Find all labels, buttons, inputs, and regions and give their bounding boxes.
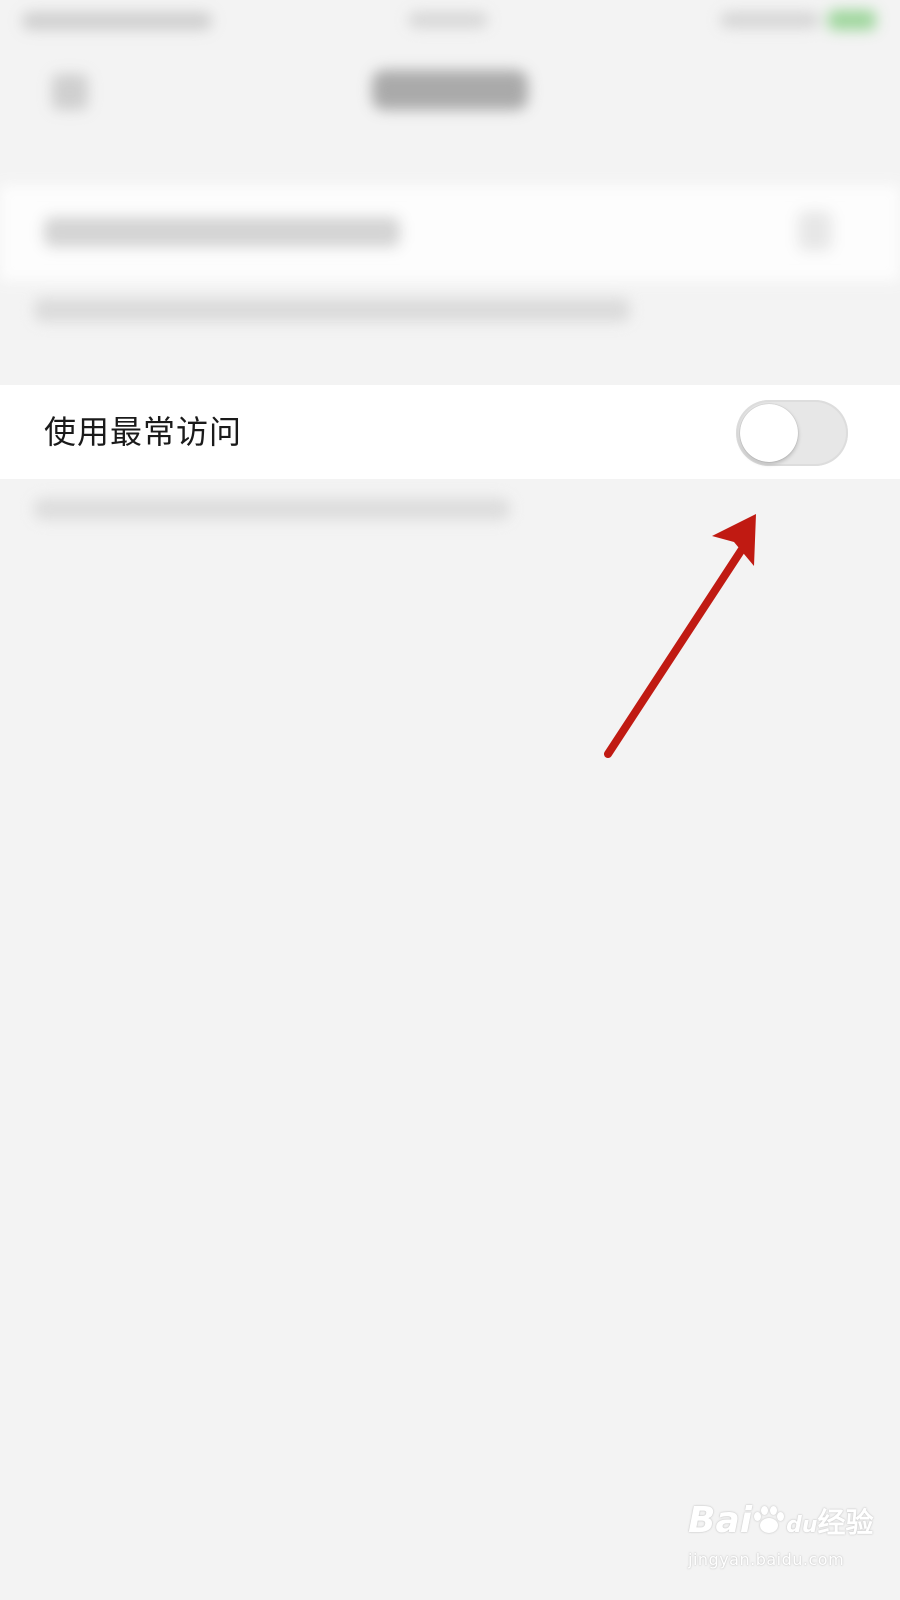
blurred-hint-text [34, 298, 630, 322]
watermark-logo: Bai du经验 [688, 1500, 874, 1541]
paw-icon [752, 1504, 786, 1534]
status-bar-right [720, 12, 820, 28]
watermark-url: jingyan.baidu.com [688, 1550, 845, 1569]
nav-bar [0, 44, 900, 134]
settings-screen: 使用最常访问 Bai du经验 jingyan.baidu.com [0, 0, 900, 1600]
watermark-logo-du: du [786, 1513, 818, 1538]
blurred-setting-label [44, 217, 400, 247]
setting-row-most-visited[interactable]: 使用最常访问 [0, 385, 900, 479]
nav-title [372, 70, 528, 110]
blurred-setting-row[interactable] [0, 185, 900, 281]
back-icon[interactable] [52, 74, 88, 110]
blurred-background [0, 0, 900, 700]
watermark-logo-text: Bai [688, 1500, 753, 1541]
baidu-jingyan-watermark: Bai du经验 jingyan.baidu.com [688, 1500, 874, 1580]
status-bar [0, 0, 900, 44]
status-bar-center [408, 12, 488, 28]
toggle-knob [740, 404, 798, 462]
battery-icon [828, 10, 876, 30]
setting-label: 使用最常访问 [44, 413, 243, 451]
status-bar-left [22, 12, 212, 30]
blurred-footnote-text [34, 498, 510, 520]
watermark-logo-jingyan: 经验 [817, 1506, 874, 1539]
blurred-chevron-icon [798, 211, 832, 251]
most-visited-toggle[interactable] [736, 400, 848, 466]
